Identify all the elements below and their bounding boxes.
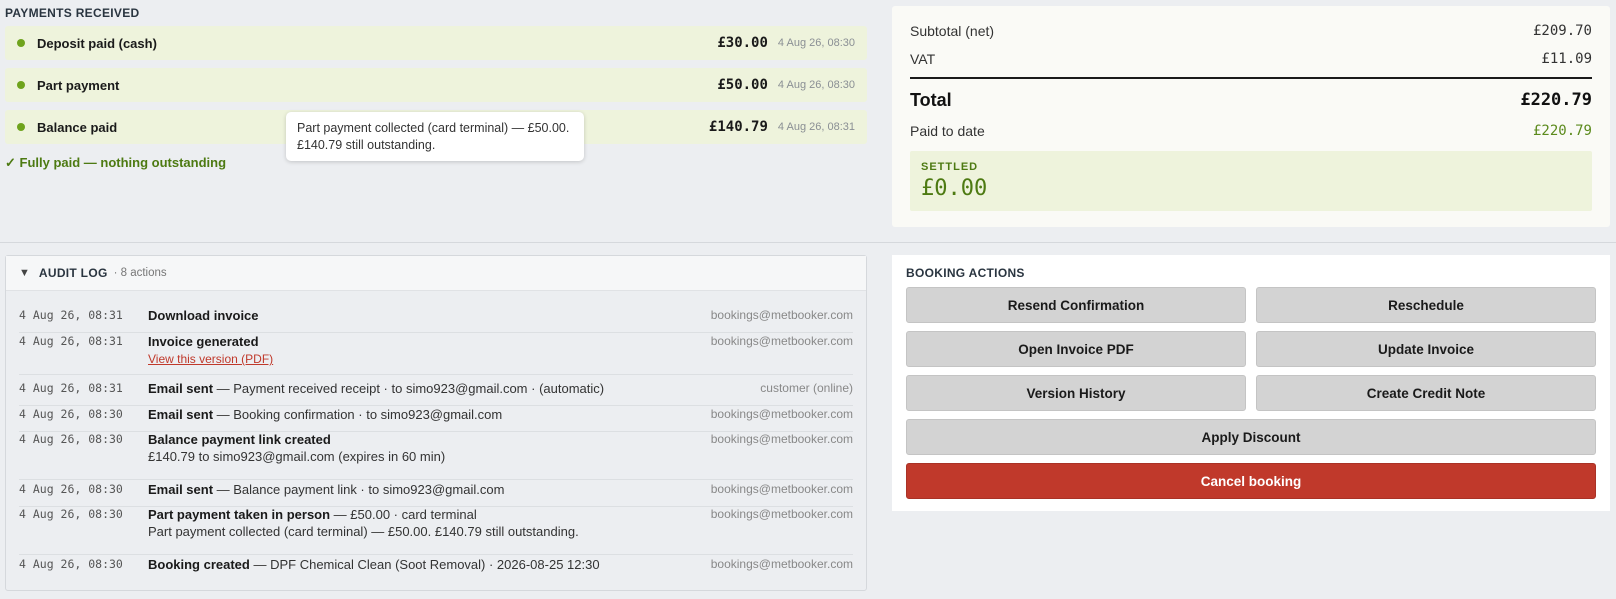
- audit-time: 4 Aug 26, 08:31: [19, 308, 123, 322]
- audit-time: 4 Aug 26, 08:30: [19, 557, 123, 571]
- audit-user: bookings@metbooker.com: [710, 557, 853, 571]
- payment-time: 4 Aug 26, 08:30: [777, 79, 855, 91]
- audit-row: 4 Aug 26, 08:30 Booking created — DPF Ch…: [19, 556, 853, 582]
- payment-amount: £140.79: [708, 119, 768, 135]
- version-history-button[interactable]: Version History: [906, 375, 1246, 411]
- payment-row-part[interactable]: Part payment £50.00 4 Aug 26, 08:30: [5, 68, 867, 102]
- update-invoice-button[interactable]: Update Invoice: [1256, 331, 1596, 367]
- audit-detail: — Balance payment link · to simo923@gmai…: [213, 482, 505, 497]
- cancel-booking-button[interactable]: Cancel booking: [906, 463, 1596, 499]
- audit-body: Email sent — Payment received receipt · …: [148, 380, 688, 397]
- status-dot-icon: [17, 39, 25, 47]
- audit-row: 4 Aug 26, 08:30 Email sent — Balance pay…: [19, 481, 853, 507]
- audit-extra: £140.79 to simo923@gmail.com (expires in…: [148, 449, 446, 464]
- booking-actions-panel: BOOKING ACTIONS Resend Confirmation Resc…: [892, 255, 1610, 511]
- audit-log-panel: ▼ AUDIT LOG · 8 actions 4 Aug 26, 08:31 …: [5, 255, 867, 591]
- payment-amount: £50.00: [717, 77, 768, 93]
- audit-action: Balance payment link created: [148, 432, 331, 447]
- paid-value: £220.79: [1532, 123, 1592, 139]
- paid-label: Paid to date: [910, 123, 985, 139]
- audit-action: Email sent: [148, 407, 214, 422]
- payment-row-deposit: Deposit paid (cash) £30.00 4 Aug 26, 08:…: [5, 26, 867, 60]
- audit-time: 4 Aug 26, 08:30: [19, 482, 123, 496]
- payment-label: Deposit paid (cash): [37, 35, 157, 51]
- audit-user: bookings@metbooker.com: [710, 308, 853, 322]
- payment-label: Part payment: [37, 77, 120, 93]
- booking-actions-label: BOOKING ACTIONS: [906, 266, 1025, 280]
- reschedule-button[interactable]: Reschedule: [1256, 287, 1596, 323]
- subtotal-label: Subtotal (net): [910, 23, 995, 39]
- total-label: Total: [910, 90, 952, 110]
- payment-time: 4 Aug 26, 08:30: [777, 37, 855, 49]
- audit-row: 4 Aug 26, 08:30 Balance payment link cre…: [19, 431, 853, 480]
- audit-log-title: AUDIT LOG: [38, 266, 108, 280]
- view-version-pdf-link[interactable]: View this version (PDF): [148, 352, 273, 366]
- audit-body: Email sent — Balance payment link · to s…: [148, 481, 688, 498]
- audit-user: bookings@metbooker.com: [710, 407, 853, 421]
- apply-discount-button[interactable]: Apply Discount: [906, 419, 1596, 455]
- audit-body: Invoice generated View this version (PDF): [148, 333, 688, 368]
- totals-panel: Subtotal (net) £209.70 VAT £11.09 Total …: [892, 6, 1610, 227]
- total-row: Total £220.79: [910, 90, 1592, 111]
- audit-body: Part payment taken in person — £50.00 · …: [148, 506, 688, 540]
- audit-action: Download invoice: [148, 308, 259, 323]
- audit-user: bookings@metbooker.com: [710, 507, 853, 521]
- audit-action: Part payment taken in person: [148, 507, 331, 522]
- audit-user: bookings@metbooker.com: [710, 334, 853, 348]
- audit-action: Invoice generated: [148, 334, 259, 349]
- settled-label: SETTLED: [921, 161, 979, 173]
- vat-value: £11.09: [1541, 51, 1592, 67]
- collapse-triangle-icon[interactable]: ▼: [19, 267, 30, 279]
- open-invoice-pdf-button[interactable]: Open Invoice PDF: [906, 331, 1246, 367]
- section-divider: [0, 242, 1616, 243]
- subtotal-value: £209.70: [1532, 23, 1592, 39]
- audit-extra: Part payment collected (card terminal) —…: [148, 524, 579, 539]
- audit-detail: — Booking confirmation · to simo923@gmai…: [213, 407, 503, 422]
- audit-action: Email sent: [148, 381, 214, 396]
- audit-log-header[interactable]: ▼ AUDIT LOG · 8 actions: [6, 256, 866, 291]
- audit-time: 4 Aug 26, 08:30: [19, 432, 123, 446]
- payments-section-label: PAYMENTS RECEIVED: [5, 6, 140, 20]
- audit-row: 4 Aug 26, 08:30 Email sent — Booking con…: [19, 406, 853, 432]
- audit-row: 4 Aug 26, 08:31 Invoice generated View th…: [19, 333, 853, 375]
- paid-to-date-row: Paid to date £220.79: [910, 123, 1592, 139]
- audit-user: bookings@metbooker.com: [710, 432, 853, 446]
- audit-body: Balance payment link created £140.79 to s…: [148, 431, 688, 465]
- audit-user: customer (online): [760, 381, 853, 395]
- total-value: £220.79: [1520, 90, 1592, 110]
- audit-action: Email sent: [148, 482, 214, 497]
- vat-row: VAT £11.09: [910, 51, 1592, 67]
- audit-body: Email sent — Booking confirmation · to s…: [148, 406, 688, 423]
- status-dot-icon: [17, 123, 25, 131]
- payment-time: 4 Aug 26, 08:31: [777, 121, 855, 133]
- settled-value: £0.00: [921, 176, 988, 201]
- settled-box: SETTLED £0.00: [910, 151, 1592, 211]
- audit-detail: — £50.00 · card terminal: [330, 507, 477, 522]
- audit-detail: — DPF Chemical Clean (Soot Removal) · 20…: [249, 557, 600, 572]
- create-credit-note-button[interactable]: Create Credit Note: [1256, 375, 1596, 411]
- audit-user: bookings@metbooker.com: [710, 482, 853, 496]
- payment-tooltip: Part payment collected (card terminal) —…: [286, 112, 584, 161]
- audit-row: 4 Aug 26, 08:30 Part payment taken in pe…: [19, 506, 853, 555]
- status-dot-icon: [17, 81, 25, 89]
- resend-confirmation-button[interactable]: Resend Confirmation: [906, 287, 1246, 323]
- audit-action: Booking created: [148, 557, 250, 572]
- audit-time: 4 Aug 26, 08:30: [19, 507, 123, 521]
- audit-detail: — Payment received receipt · to simo923@…: [213, 381, 605, 396]
- audit-body: Booking created — DPF Chemical Clean (So…: [148, 556, 688, 573]
- audit-row: 4 Aug 26, 08:31 Email sent — Payment rec…: [19, 380, 853, 406]
- audit-time: 4 Aug 26, 08:31: [19, 381, 123, 395]
- vat-label: VAT: [910, 51, 936, 67]
- subtotal-row: Subtotal (net) £209.70: [910, 23, 1592, 39]
- audit-row: 4 Aug 26, 08:31 Download invoice booking…: [19, 307, 853, 333]
- audit-time: 4 Aug 26, 08:31: [19, 334, 123, 348]
- payment-amount: £30.00: [717, 35, 768, 51]
- audit-log-count: · 8 actions: [113, 267, 167, 279]
- audit-body: Download invoice: [148, 307, 688, 324]
- total-divider: [910, 77, 1592, 79]
- fully-paid-status: ✓ Fully paid — nothing outstanding: [5, 155, 227, 170]
- audit-time: 4 Aug 26, 08:30: [19, 407, 123, 421]
